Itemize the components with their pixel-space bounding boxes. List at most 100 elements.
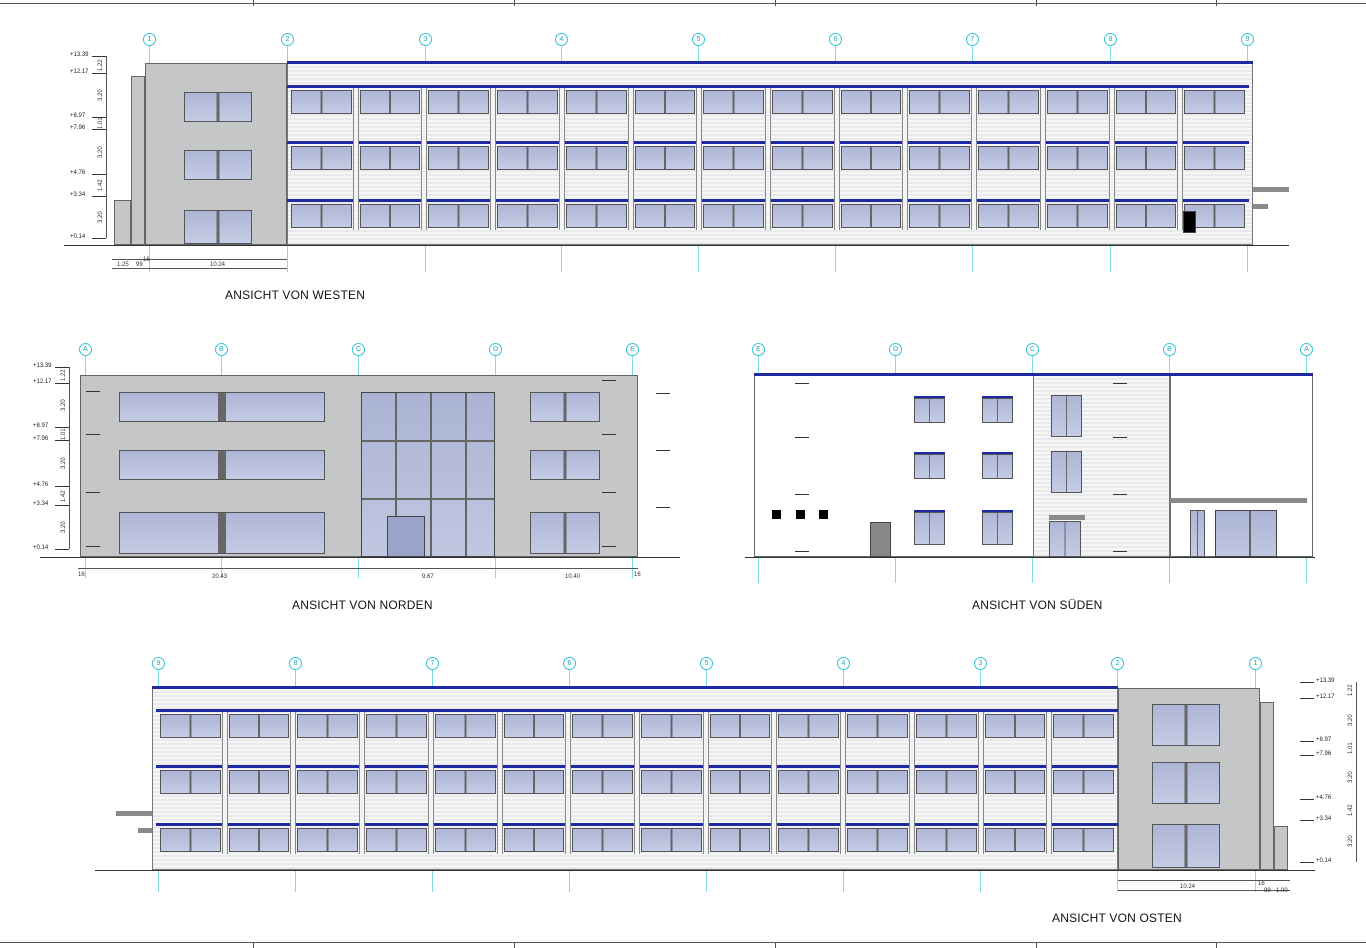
canopy	[116, 811, 152, 816]
window	[1152, 824, 1220, 868]
ribbon-window	[709, 770, 771, 794]
dim-label: 10.24	[1180, 884, 1196, 890]
ground-line	[95, 870, 1315, 871]
level-label: +13.39	[1316, 678, 1335, 684]
ribbon-window	[297, 714, 359, 738]
facade-mullion	[359, 712, 366, 854]
ribbon-window	[709, 714, 771, 738]
axis-marker: 5	[700, 657, 713, 670]
ribbon-window	[434, 770, 496, 794]
ribbon-window	[366, 714, 427, 738]
ribbon-window	[847, 770, 908, 794]
dim-label: 1.00	[1276, 888, 1288, 894]
ribbon-window	[778, 714, 840, 738]
facade-mullion	[221, 712, 228, 854]
height-dimension: 3.20	[1348, 713, 1354, 726]
axis-marker: 4	[837, 657, 850, 670]
roof-band	[152, 686, 1118, 689]
level-label: +8.97	[1316, 737, 1332, 743]
level-marker	[1300, 820, 1314, 821]
facade-mullion	[840, 712, 847, 854]
ribbon-window	[572, 714, 633, 738]
ribbon-window	[778, 828, 840, 852]
facade-mullion	[565, 712, 572, 854]
ribbon-window	[160, 770, 221, 794]
ribbon-window	[366, 828, 427, 852]
ribbon-window	[1053, 770, 1114, 794]
ribbon-window	[915, 714, 977, 738]
level-marker	[1300, 755, 1314, 756]
facade-mullion	[908, 712, 915, 854]
ribbon-window	[572, 770, 633, 794]
ribbon-window	[160, 828, 221, 852]
window	[1152, 762, 1220, 804]
ribbon-window	[915, 770, 977, 794]
axis-marker: 9	[152, 657, 165, 670]
level-marker	[1300, 799, 1314, 800]
ribbon-window	[847, 714, 908, 738]
ribbon-window	[228, 828, 290, 852]
ribbon-window	[641, 714, 702, 738]
ribbon-window	[503, 714, 565, 738]
axis-marker: 1	[1249, 657, 1262, 670]
axis-marker: 7	[426, 657, 439, 670]
facade-mullion	[977, 712, 984, 854]
ribbon-window	[297, 770, 359, 794]
level-marker	[1300, 682, 1314, 683]
level-marker	[1300, 741, 1314, 742]
axis-marker: 2	[1111, 657, 1124, 670]
ribbon-window	[641, 828, 702, 852]
view-title: ANSICHT VON OSTEN	[1052, 911, 1182, 925]
ribbon-window	[1053, 714, 1114, 738]
ribbon-window	[160, 714, 221, 738]
axis-marker: 3	[974, 657, 987, 670]
dimension-line	[1356, 682, 1357, 862]
height-dimension: 1.01	[1348, 742, 1354, 754]
ribbon-window	[503, 770, 565, 794]
ribbon-window	[984, 828, 1046, 852]
height-dimension: 1.22	[1348, 684, 1354, 696]
elevation-east: 9 8 7 6 5 4 3 2 1 +13.39 +12.17 +8.97 +7.96 +4.76 +3.…	[0, 0, 1366, 948]
ribbon-window	[228, 714, 290, 738]
ribbon-window	[915, 828, 977, 852]
facade-mullion	[1046, 712, 1053, 854]
ribbon-window	[434, 714, 496, 738]
level-label: +4.76	[1316, 795, 1332, 801]
window	[1152, 704, 1220, 746]
ribbon-window	[847, 828, 908, 852]
dim-label: 99	[1264, 888, 1271, 894]
facade-mullion	[496, 712, 503, 854]
level-label: +0.14	[1316, 858, 1332, 864]
entrance-block	[1274, 826, 1288, 870]
ribbon-window	[641, 770, 702, 794]
level-label: +12.17	[1316, 694, 1335, 700]
facade-mullion	[702, 712, 709, 854]
facade-mullion	[771, 712, 778, 854]
dim-label: 16	[1258, 881, 1265, 887]
ribbon-window	[778, 770, 840, 794]
level-marker	[1300, 698, 1314, 699]
ribbon-window	[297, 828, 359, 852]
ribbon-window	[228, 770, 290, 794]
facade-mullion	[427, 712, 434, 854]
ribbon-window	[984, 714, 1046, 738]
ribbon-window	[366, 770, 427, 794]
stair-tower-strip	[1260, 702, 1274, 870]
ribbon-window	[1053, 828, 1114, 852]
axis-marker: 6	[563, 657, 576, 670]
ribbon-window	[984, 770, 1046, 794]
height-dimension: 1.42	[1348, 803, 1354, 816]
level-marker	[1300, 862, 1314, 863]
facade-mullion	[634, 712, 640, 854]
ribbon-window	[434, 828, 496, 852]
axis-marker: 8	[289, 657, 302, 670]
ribbon-window	[709, 828, 771, 852]
height-dimension: 3.20	[1348, 771, 1354, 783]
height-dimension: 3.20	[1348, 835, 1354, 847]
level-label: +7.96	[1316, 751, 1332, 757]
level-label: +3.34	[1316, 816, 1332, 822]
ribbon-window	[572, 828, 633, 852]
ribbon-window	[503, 828, 565, 852]
facade-mullion	[290, 712, 297, 854]
canopy-small	[138, 828, 152, 833]
